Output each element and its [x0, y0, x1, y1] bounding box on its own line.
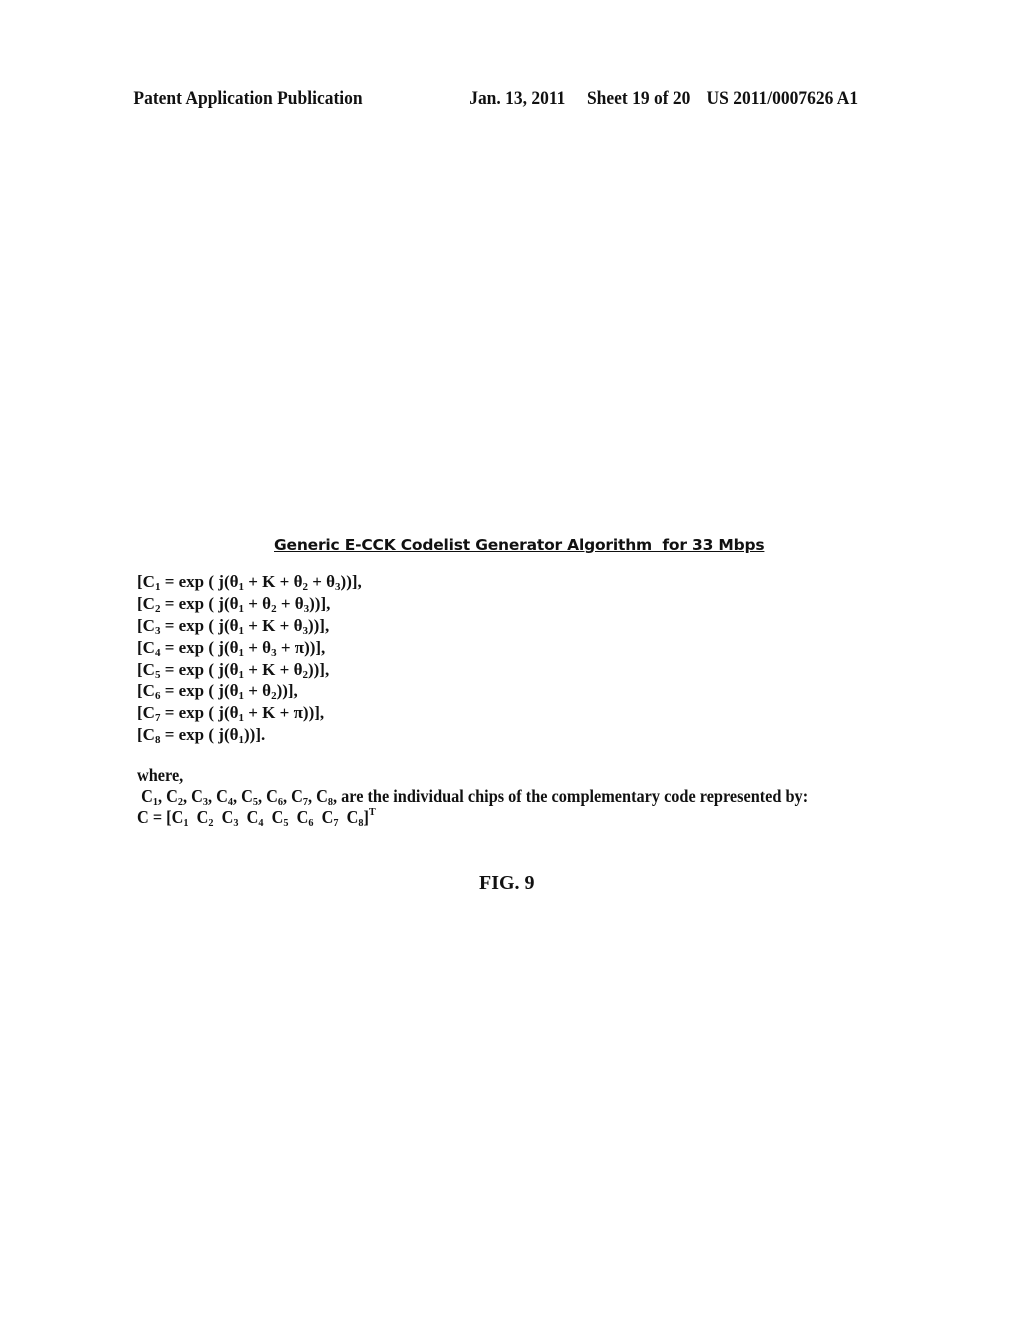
equation-c2: [C2 = exp ( j(θ1 + θ2 + θ3))],	[137, 593, 331, 615]
chips-description: C1, C2, C3, C4, C5, C6, C7, C8, are the …	[137, 786, 809, 808]
publication-label: Patent Application Publication	[133, 88, 363, 109]
where-clause: where, C1, C2, C3, C4, C5, C6, C7, C8, a…	[137, 765, 809, 829]
publication-date: Jan. 13, 2011	[469, 88, 566, 109]
page-header: Patent Application Publication Jan. 13, …	[0, 88, 942, 118]
equation-c8: [C8 = exp ( j(θ1))].	[137, 725, 266, 747]
equation-c4: [C4 = exp ( j(θ1 + θ3 + π))],	[137, 637, 326, 659]
equation-c1: [C1 = exp ( j(θ1 + K + θ2 + θ3))],	[137, 572, 362, 593]
equation-c5: [C5 = exp ( j(θ1 + K + θ2))],	[137, 659, 330, 681]
sheet-number: Sheet 19 of 20	[586, 88, 691, 109]
where-label: where,	[137, 765, 184, 785]
equation-c6: [C6 = exp ( j(θ1 + θ2))],	[137, 681, 298, 703]
patent-number: US 2011/0007626 A1	[706, 88, 859, 109]
equation-c7: [C7 = exp ( j(θ1 + K + π))],	[137, 703, 325, 725]
figure-title: Generic E-CCK Codelist Generator Algorit…	[274, 536, 765, 554]
equation-c3: [C3 = exp ( j(θ1 + K + θ3))],	[137, 615, 330, 637]
figure-caption: FIG. 9	[479, 872, 535, 894]
code-vector: C = [C1 C2 C3 C4 C5 C6 C7 C8]T	[137, 806, 376, 829]
equation-list: [C1 = exp ( j(θ1 + K + θ2 + θ3))], [C2 = …	[137, 571, 362, 746]
